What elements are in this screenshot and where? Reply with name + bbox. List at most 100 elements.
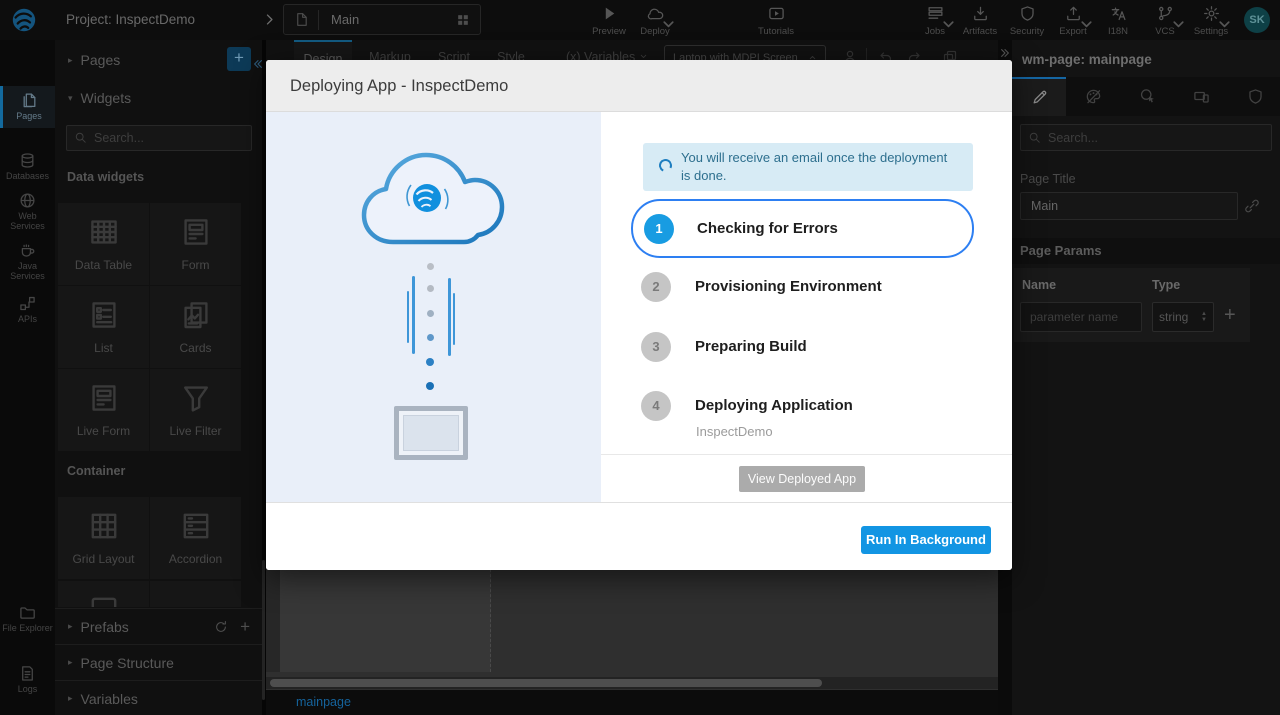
widget-tile-data-table[interactable]: Data Table: [58, 203, 149, 285]
step-subtitle: InspectDemo: [696, 424, 773, 439]
stream-line: [453, 293, 455, 345]
caret-down-icon: [1216, 16, 1233, 33]
stream-line: [412, 276, 415, 354]
sidebar-item-apis[interactable]: APIs: [0, 295, 55, 324]
prefabs-section-header[interactable]: ▸ Prefabs +: [55, 608, 262, 644]
param-type-select[interactable]: string ▲▼: [1152, 302, 1214, 332]
project-label: Project: InspectDemo: [66, 12, 195, 27]
deploy-button[interactable]: Deploy: [632, 3, 678, 39]
properties-search-input[interactable]: [1020, 124, 1272, 151]
tutorials-button[interactable]: Tutorials: [753, 3, 799, 39]
panel-icon: [88, 594, 120, 607]
add-page-button[interactable]: +: [227, 47, 251, 71]
page-icon: [294, 12, 309, 27]
api-nodes-icon: [19, 295, 36, 312]
jobs-button[interactable]: Jobs: [912, 3, 958, 39]
caret-down-icon: [940, 16, 957, 33]
widget-tile-live-form[interactable]: Live Form: [58, 369, 149, 451]
scrollbar-thumb[interactable]: [270, 679, 822, 687]
widget-tile-partial[interactable]: [58, 581, 149, 607]
collapse-panel-icon[interactable]: [252, 58, 262, 70]
widget-tile-list[interactable]: List: [58, 286, 149, 368]
run-in-background-button[interactable]: Run In Background: [861, 526, 991, 554]
step-label: Deploying Application: [695, 397, 853, 414]
tab-security[interactable]: [1228, 77, 1280, 116]
accordion-icon: [180, 510, 212, 542]
i18n-button[interactable]: I18N: [1095, 3, 1141, 39]
tab-styles[interactable]: [1066, 77, 1120, 116]
shield-icon: [1019, 5, 1036, 22]
deploy-steps-panel: You will receive an email once the deplo…: [601, 112, 1012, 502]
widget-search-input[interactable]: [66, 125, 252, 151]
export-button[interactable]: Export: [1050, 3, 1096, 39]
breadcrumb[interactable]: mainpage: [296, 695, 351, 709]
pages-icon: [21, 92, 38, 109]
add-param-button[interactable]: +: [1224, 304, 1236, 327]
modal-footer: Run In Background: [266, 502, 1012, 570]
spinner-icon: [657, 157, 674, 174]
form-icon: [180, 216, 212, 248]
stream-dot: [427, 263, 434, 270]
view-deployed-app-button[interactable]: View Deployed App: [739, 466, 865, 492]
page-selector-value: Main: [331, 12, 359, 27]
page-selector[interactable]: Main: [283, 4, 481, 35]
sidebar-item-databases[interactable]: Databases: [0, 152, 55, 181]
sidebar-item-pages[interactable]: Pages: [0, 86, 55, 128]
page-title-input[interactable]: [1020, 192, 1238, 220]
step-label: Preparing Build: [695, 338, 807, 355]
wavemaker-studio: Project: InspectDemo Main Preview Deploy…: [0, 0, 1280, 715]
collapse-right-panel-icon[interactable]: [999, 47, 1011, 59]
sidebar-item-java-services[interactable]: Java Services: [0, 242, 55, 281]
widget-tile-live-filter[interactable]: Live Filter: [150, 369, 241, 451]
widgets-section-header[interactable]: ▾ Widgets: [55, 84, 262, 112]
wavemaker-logo-icon: [10, 6, 38, 34]
step-number: 1: [644, 214, 674, 244]
link-icon[interactable]: [1244, 198, 1260, 214]
vcs-button[interactable]: VCS: [1142, 3, 1188, 39]
variables-section-header[interactable]: ▸ Variables: [55, 680, 262, 715]
sidebar-item-logs[interactable]: Logs: [0, 665, 55, 694]
palette-icon: [1085, 88, 1102, 105]
widget-tile-partial[interactable]: [150, 581, 241, 607]
database-icon: [19, 152, 36, 169]
play-icon: [601, 5, 618, 22]
expanded-triangle-icon: ▾: [68, 93, 73, 104]
tab-inspect[interactable]: [1120, 77, 1174, 116]
folder-icon: [19, 604, 36, 621]
tab-properties[interactable]: [1012, 77, 1066, 116]
step-label: Checking for Errors: [697, 220, 838, 237]
horizontal-scrollbar[interactable]: [266, 677, 998, 689]
widget-tile-cards[interactable]: Cards: [150, 286, 241, 368]
sidebar-item-file-explorer[interactable]: File Explorer: [0, 604, 55, 633]
add-prefab-button[interactable]: +: [240, 617, 250, 637]
widget-tile-accordion[interactable]: Accordion: [150, 497, 241, 579]
column-header-name: Name: [1022, 278, 1056, 292]
alert-text: You will receive an email once the deplo…: [681, 149, 957, 185]
divider: [601, 454, 1012, 455]
collapsed-triangle-icon: ▸: [68, 657, 73, 668]
collapsed-triangle-icon: ▸: [68, 55, 73, 66]
list-icon: [88, 299, 120, 331]
param-name-input[interactable]: [1020, 302, 1142, 332]
settings-button[interactable]: Settings: [1188, 3, 1234, 39]
left-rail: Pages Databases Web Services Java Servic…: [0, 40, 55, 715]
widget-tile-grid-layout[interactable]: Grid Layout: [58, 497, 149, 579]
stream-dot: [427, 310, 434, 317]
sidebar-item-web-services[interactable]: Web Services: [0, 192, 55, 231]
security-button[interactable]: Security: [1004, 3, 1050, 39]
preview-button[interactable]: Preview: [586, 3, 632, 39]
tab-devices[interactable]: [1174, 77, 1228, 116]
column-header-type: Type: [1152, 278, 1180, 292]
canvas-statusbar: mainpage: [266, 690, 998, 715]
group-header-container: Container: [67, 464, 125, 478]
user-avatar[interactable]: SK: [1244, 7, 1270, 33]
refresh-icon[interactable]: [214, 620, 228, 634]
modal-header: Deploying App - InspectDemo: [266, 60, 1012, 112]
page-structure-section-header[interactable]: ▸ Page Structure: [55, 644, 262, 680]
widget-tile-form[interactable]: Form: [150, 203, 241, 285]
artifacts-button[interactable]: Artifacts: [957, 3, 1003, 39]
coffee-icon: [19, 242, 36, 259]
modal-title: Deploying App - InspectDemo: [290, 60, 508, 112]
stream-dot: [427, 334, 434, 341]
search-icon: [1028, 131, 1041, 144]
